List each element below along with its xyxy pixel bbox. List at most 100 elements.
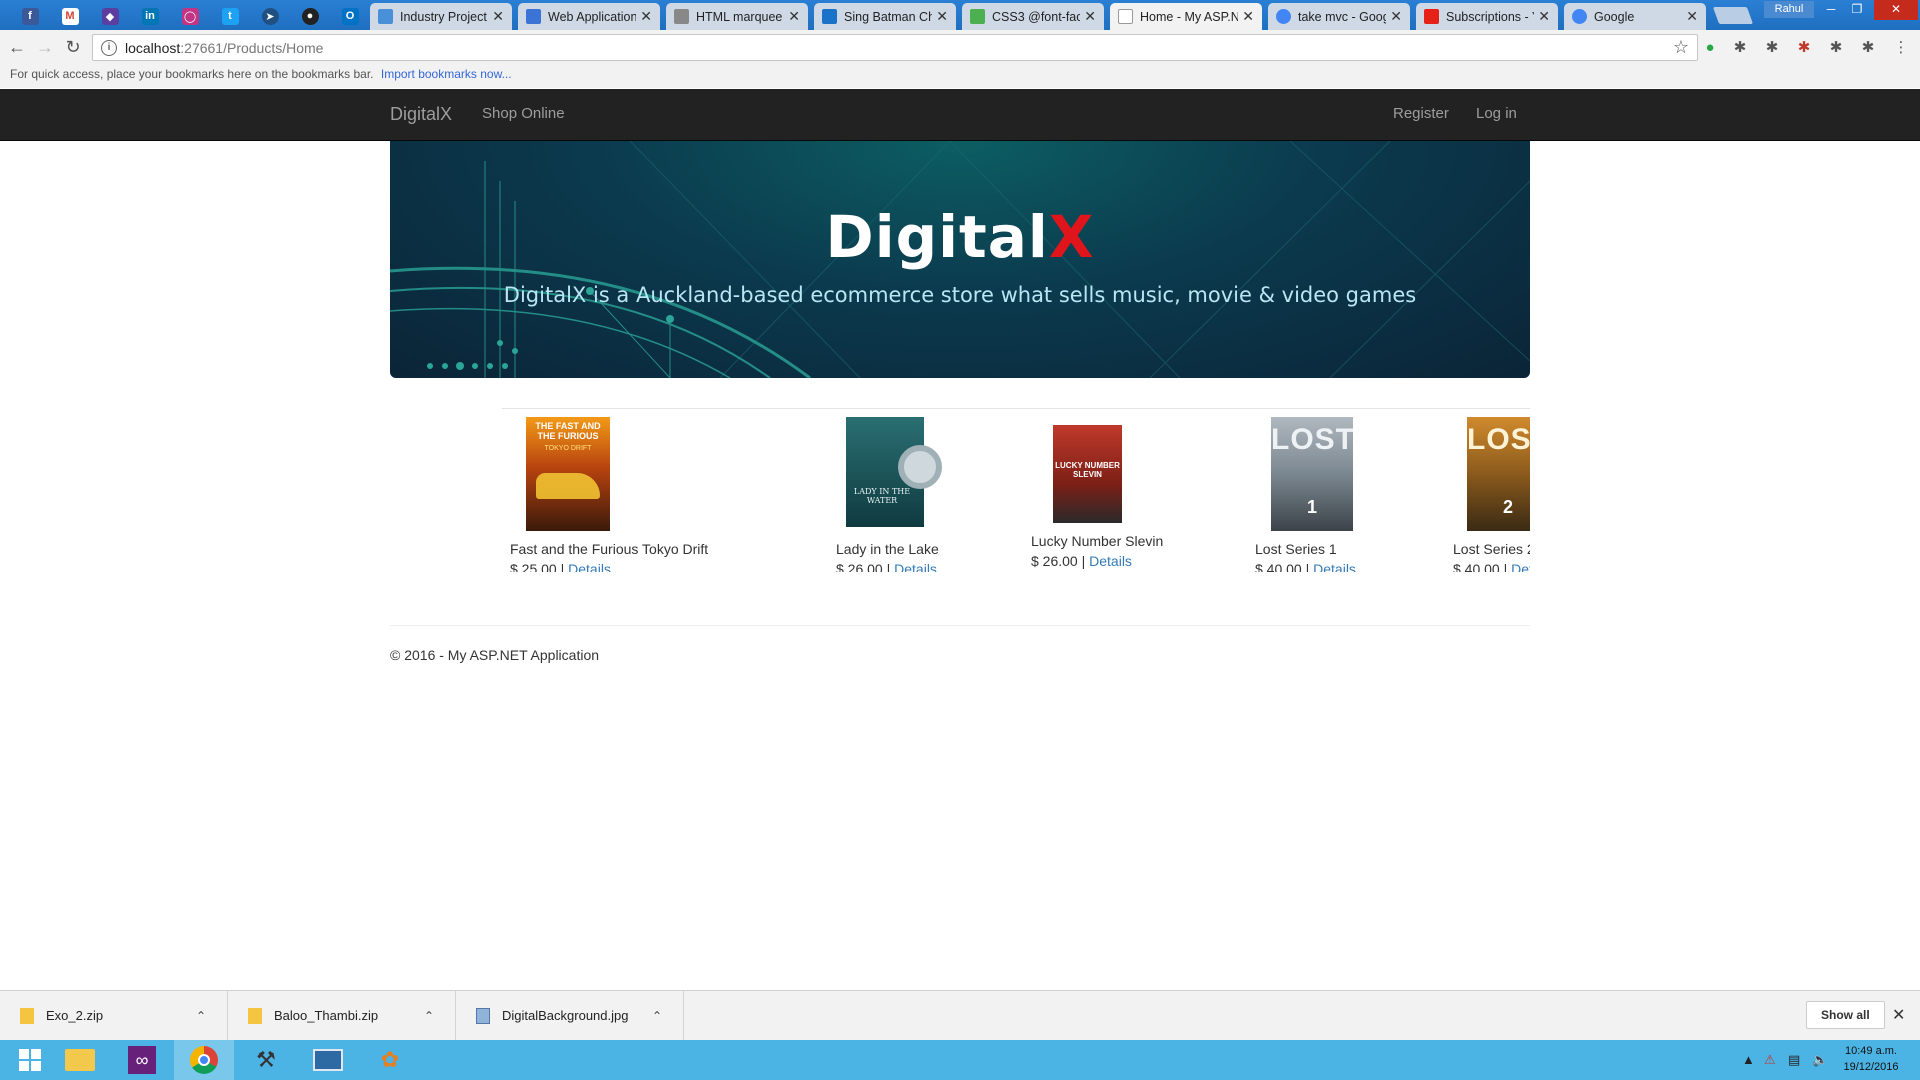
puzzle-extension-icon[interactable]: ✱ <box>1827 39 1845 57</box>
reload-icon[interactable]: ↻ <box>62 37 84 59</box>
product-name: Lucky Number Slevin <box>1031 533 1164 549</box>
tab-close-icon[interactable]: ✕ <box>1390 8 1402 25</box>
css-icon <box>970 9 985 24</box>
taskbar-visual-studio[interactable]: ∞ <box>112 1040 172 1080</box>
tab-title: CSS3 @font-face <box>992 9 1081 24</box>
pinned-tab-gmail[interactable]: M <box>50 2 90 30</box>
tab-title: Subscriptions - Y <box>1446 9 1535 24</box>
taskbar-file-explorer[interactable] <box>50 1040 110 1080</box>
download-item[interactable]: Exo_2.zip ⌃ <box>0 991 228 1040</box>
tab-sing-batman[interactable]: Sing Batman Ch ✕ <box>814 3 956 30</box>
tab-title: Google <box>1594 9 1635 24</box>
puzzle-extension-icon[interactable]: ✱ <box>1763 39 1781 57</box>
cover-title: LUCKY NUMBER SLEVIN <box>1055 461 1120 479</box>
zip-file-icon <box>20 1007 34 1024</box>
new-tab-button[interactable] <box>1712 7 1754 24</box>
nav-shop-online[interactable]: Shop Online <box>482 89 565 139</box>
pinned-tab-bitbucket[interactable]: ➤ <box>250 2 290 30</box>
download-item[interactable]: Baloo_Thambi.zip ⌃ <box>228 991 456 1040</box>
pinned-tab-outlook[interactable]: O <box>330 2 370 30</box>
chevron-up-icon[interactable]: ⌃ <box>424 1009 434 1023</box>
nav-register[interactable]: Register <box>1393 89 1449 139</box>
product-details-link[interactable]: Details <box>1511 561 1530 572</box>
browser-toolbar: ← → ↻ i localhost:27661/Products/Home ☆ … <box>0 30 1920 66</box>
minimize-icon[interactable]: ─ <box>1818 0 1844 20</box>
product-cover-image[interactable]: LUCKY NUMBER SLEVIN <box>1053 425 1122 523</box>
cover-subtitle: TOKYO DRIFT <box>544 445 592 452</box>
tab-web-application[interactable]: Web Application ✕ <box>518 3 660 30</box>
nav-login[interactable]: Log in <box>1476 89 1517 139</box>
tab-close-icon[interactable]: ✕ <box>1242 8 1254 25</box>
product-details-link[interactable]: Details <box>1313 561 1356 572</box>
pinned-tab-twitter[interactable]: t <box>210 2 250 30</box>
back-arrow-icon[interactable]: ← <box>6 37 28 59</box>
tab-home-my-asp[interactable]: Home - My ASP.N ✕ <box>1110 3 1262 30</box>
taskbar-paint[interactable]: ✿ <box>360 1040 420 1080</box>
tab-close-icon[interactable]: ✕ <box>936 8 948 25</box>
product-details-link[interactable]: Details <box>1089 553 1132 569</box>
tab-close-icon[interactable]: ✕ <box>640 8 652 25</box>
tab-close-icon[interactable]: ✕ <box>788 8 800 25</box>
show-all-button[interactable]: Show all <box>1806 1001 1885 1029</box>
w3-icon <box>674 9 689 24</box>
chevron-up-icon[interactable]: ▲ <box>1742 1052 1755 1067</box>
profile-button[interactable]: Rahul <box>1764 1 1814 18</box>
taskbar-tools[interactable]: ⚒ <box>236 1040 296 1080</box>
chevron-up-icon[interactable]: ⌃ <box>652 1009 662 1023</box>
downloads-shelf: Exo_2.zip ⌃ Baloo_Thambi.zip ⌃ DigitalBa… <box>0 990 1920 1040</box>
pinned-tab-feather[interactable]: ◆ <box>90 2 130 30</box>
pinned-tab-instagram[interactable]: ◯ <box>170 2 210 30</box>
page-footer: © 2016 - My ASP.NET Application <box>390 647 600 663</box>
forward-arrow-icon[interactable]: → <box>34 37 56 59</box>
pinned-tab-linkedin[interactable]: in <box>130 2 170 30</box>
product-price: $ 26.00 <box>836 561 883 572</box>
taskbar-clock[interactable]: 10:49 a.m. 19/12/2016 <box>1826 1043 1916 1075</box>
pinned-tab-facebook[interactable]: f <box>10 2 50 30</box>
tab-take-mvc[interactable]: take mvc - Goog ✕ <box>1268 3 1410 30</box>
tab-close-icon[interactable]: ✕ <box>492 8 504 25</box>
tab-close-icon[interactable]: ✕ <box>1538 8 1550 25</box>
taskbar-chrome[interactable] <box>174 1040 234 1080</box>
tab-industry-project[interactable]: Industry Project ✕ <box>370 3 512 30</box>
product-cover-image[interactable]: LADY IN THE WATER <box>846 417 942 531</box>
image-file-icon <box>476 1007 490 1024</box>
windows-taskbar: ∞ ⚒ ✿ ▲ ⚠ ▤ 🔈 10:49 a.m. 19/12/2016 <box>0 1040 1920 1080</box>
grammarly-extension-icon[interactable]: ● <box>1701 39 1719 57</box>
bookmark-star-icon[interactable]: ☆ <box>1673 37 1689 58</box>
tab-subscriptions[interactable]: Subscriptions - Y ✕ <box>1416 3 1558 30</box>
product-cover-image[interactable]: THE FAST AND THE FURIOUS TOKYO DRIFT <box>526 417 610 531</box>
pinned-tab-github[interactable]: ● <box>290 2 330 30</box>
extension-icon[interactable]: ✱ <box>1795 39 1813 57</box>
tab-title: Industry Project <box>400 9 487 24</box>
clock-time: 10:49 a.m. <box>1845 1045 1897 1057</box>
info-icon[interactable]: i <box>101 39 117 56</box>
puzzle-extension-icon[interactable]: ✱ <box>1731 39 1749 57</box>
product-details-link[interactable]: Details <box>894 561 937 572</box>
address-bar[interactable]: i localhost:27661/Products/Home ☆ <box>92 34 1698 61</box>
hero-banner: DigitalX DigitalX is a Auckland-based ec… <box>390 141 1530 378</box>
tab-title: Sing Batman Ch <box>844 9 933 24</box>
navbar-brand[interactable]: DigitalX <box>390 89 452 139</box>
network-icon[interactable]: ▤ <box>1788 1052 1800 1068</box>
chevron-up-icon[interactable]: ⌃ <box>196 1009 206 1023</box>
menu-kebab-icon[interactable]: ⋮ <box>1892 39 1910 57</box>
taskbar-remote-desktop[interactable] <box>298 1040 358 1080</box>
download-item[interactable]: DigitalBackground.jpg ⌃ <box>456 991 684 1040</box>
close-window-icon[interactable]: ✕ <box>1874 0 1918 20</box>
tab-close-icon[interactable]: ✕ <box>1084 8 1096 25</box>
outlook-icon: O <box>341 7 359 25</box>
product-cover-image[interactable]: LOST 1 <box>1271 417 1353 531</box>
product-details-link[interactable]: Details <box>568 561 611 572</box>
google-icon <box>1572 9 1587 24</box>
product-cover-image[interactable]: LOST 2 <box>1467 417 1530 531</box>
import-bookmarks-link[interactable]: Import bookmarks now... <box>381 67 512 81</box>
tab-html-marquee[interactable]: HTML marquee T ✕ <box>666 3 808 30</box>
close-icon[interactable]: ✕ <box>1892 1005 1905 1025</box>
tab-css3-font-face[interactable]: CSS3 @font-face ✕ <box>962 3 1104 30</box>
restore-icon[interactable]: ❐ <box>1844 0 1870 20</box>
product-name: Fast and the Furious Tokyo Drift <box>510 541 709 557</box>
network-warning-icon[interactable]: ⚠ <box>1764 1052 1776 1068</box>
tab-close-icon[interactable]: ✕ <box>1686 8 1698 25</box>
tab-google[interactable]: Google ✕ <box>1564 3 1706 30</box>
puzzle-extension-icon[interactable]: ✱ <box>1859 39 1877 57</box>
